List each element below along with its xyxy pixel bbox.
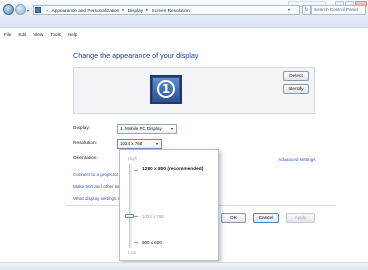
breadcrumb-separator-icon: ▸ bbox=[146, 7, 149, 12]
address-bar[interactable]: « Appearance and Personalization ▸ Displ… bbox=[33, 5, 300, 15]
breadcrumb-separator-icon: « bbox=[46, 7, 49, 13]
menu-tools[interactable]: Tools bbox=[50, 32, 61, 37]
resolution-option-1280x800[interactable]: 1280 x 800 (recommended) bbox=[142, 167, 203, 172]
resolution-slider-thumb[interactable] bbox=[125, 214, 134, 218]
window-bottom-edge bbox=[0, 262, 368, 270]
forward-button[interactable]: › bbox=[15, 4, 26, 15]
menu-edit[interactable]: Edit bbox=[18, 32, 26, 37]
chevron-down-icon: ▾ bbox=[170, 126, 173, 131]
menu-bar: File Edit View Tools Help bbox=[0, 30, 368, 38]
slider-low-label: Low bbox=[128, 250, 137, 255]
advanced-settings-link[interactable]: Advanced settings bbox=[278, 157, 316, 162]
connect-projector-link[interactable]: Connect to a projector bbox=[73, 172, 118, 177]
breadcrumb-display[interactable]: Display bbox=[128, 8, 143, 13]
orientation-label: Orientation: bbox=[73, 156, 98, 161]
monitor-number: 1 bbox=[157, 80, 175, 98]
cancel-button[interactable]: Cancel bbox=[253, 213, 279, 223]
display-preview-area bbox=[73, 67, 315, 114]
chevron-down-icon: ▾ bbox=[155, 141, 158, 146]
menu-file[interactable]: File bbox=[4, 32, 11, 37]
identify-button[interactable]: Identify bbox=[283, 84, 309, 94]
menu-help[interactable]: Help bbox=[68, 32, 77, 37]
display-select-value: 1. Mobile PC Display bbox=[120, 126, 162, 131]
monitor-screen: 1 bbox=[153, 78, 179, 101]
search-input[interactable]: Search Control Panel bbox=[311, 5, 366, 15]
breadcrumb-separator-icon: ▸ bbox=[122, 7, 125, 12]
breadcrumb-appearance[interactable]: Appearance and Personalization bbox=[52, 8, 120, 13]
recent-pages-dropdown-icon[interactable]: ▾ bbox=[27, 8, 29, 13]
resolution-slider-popup: High 1280 x 800 (recommended) 1024 x 768… bbox=[119, 149, 219, 261]
resolution-option-1024x768[interactable]: 1024 x 768 bbox=[142, 214, 164, 219]
detect-button[interactable]: Detect bbox=[283, 71, 309, 81]
resolution-slider-track[interactable] bbox=[129, 164, 132, 248]
slider-tick bbox=[134, 170, 138, 171]
control-panel-icon bbox=[35, 7, 41, 13]
back-button[interactable]: ‹ bbox=[3, 4, 14, 15]
slider-tick bbox=[134, 216, 138, 217]
address-dropdown-icon[interactable]: ▾ bbox=[288, 7, 290, 12]
breadcrumb-screen-resolution[interactable]: Screen Resolution bbox=[151, 8, 189, 13]
resolution-select[interactable]: 1024 x 768 ▾ bbox=[117, 139, 162, 149]
display-select[interactable]: 1. Mobile PC Display ▾ bbox=[117, 124, 177, 134]
refresh-button[interactable]: ↻ bbox=[302, 5, 311, 15]
display-label: Display: bbox=[73, 126, 91, 131]
apply-button[interactable]: Apply bbox=[286, 213, 315, 223]
resolution-select-value: 1024 x 768 bbox=[120, 141, 143, 146]
ok-button[interactable]: OK bbox=[221, 213, 246, 223]
monitor-icon[interactable]: 1 bbox=[150, 75, 182, 104]
page-title: Change the appearance of your display bbox=[73, 51, 199, 60]
slider-high-label: High bbox=[128, 156, 138, 161]
resolution-option-800x600[interactable]: 800 x 600 bbox=[142, 240, 162, 245]
slider-tick bbox=[134, 242, 138, 243]
resolution-label: Resolution: bbox=[73, 141, 97, 146]
menu-view[interactable]: View bbox=[33, 32, 43, 37]
